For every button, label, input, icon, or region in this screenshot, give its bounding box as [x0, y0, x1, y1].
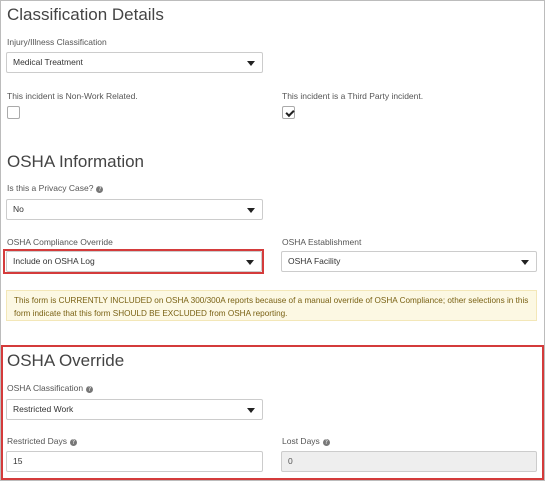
privacy-case-label: Is this a Privacy Case??	[7, 183, 104, 193]
question-circle-icon[interactable]: ?	[86, 386, 94, 393]
osha-establishment-value: OSHA Facility	[288, 256, 341, 266]
checkmark-icon	[284, 107, 295, 117]
caret-down-icon	[247, 208, 255, 213]
injury-classification-label: Injury/Illness Classification	[7, 37, 107, 47]
lost-days-label-text: Lost Days	[282, 436, 320, 446]
injury-classification-value: Medical Treatment	[13, 57, 83, 67]
lost-days-input: 0	[281, 451, 537, 472]
lost-days-label: Lost Days?	[282, 436, 330, 446]
caret-down-icon	[246, 260, 254, 265]
osha-classification-select[interactable]: Restricted Work	[6, 399, 263, 420]
third-party-checkbox[interactable]	[282, 106, 295, 119]
non-work-related-label: This incident is Non-Work Related.	[7, 91, 138, 101]
privacy-case-value: No	[13, 204, 24, 214]
question-circle-icon[interactable]: ?	[70, 439, 77, 446]
osha-classification-value: Restricted Work	[13, 404, 74, 414]
injury-classification-select[interactable]: Medical Treatment	[6, 52, 263, 73]
caret-down-icon	[521, 260, 529, 265]
osha-override-section-title: OSHA Override	[7, 351, 125, 370]
compliance-override-label: OSHA Compliance Override	[7, 237, 113, 247]
compliance-override-value: Include on OSHA Log	[13, 256, 95, 266]
question-circle-icon[interactable]: ?	[96, 186, 104, 193]
caret-down-icon	[247, 61, 255, 66]
compliance-override-select[interactable]: Include on OSHA Log	[6, 251, 262, 272]
classification-section-title: Classification Details	[7, 5, 164, 24]
osha-establishment-select[interactable]: OSHA Facility	[281, 251, 537, 272]
restricted-days-input[interactable]: 15	[6, 451, 263, 472]
osha-information-section-title: OSHA Information	[7, 152, 145, 171]
third-party-label: This incident is a Third Party incident.	[282, 91, 424, 101]
osha-classification-label-text: OSHA Classification	[7, 383, 84, 393]
privacy-case-label-text: Is this a Privacy Case?	[7, 183, 94, 193]
caret-down-icon	[247, 408, 255, 413]
osha-compliance-warning: This form is CURRENTLY INCLUDED on OSHA …	[6, 290, 537, 321]
privacy-case-select[interactable]: No	[6, 199, 263, 220]
osha-establishment-label: OSHA Establishment	[282, 237, 362, 247]
restricted-days-label: Restricted Days?	[7, 436, 77, 446]
non-work-related-checkbox[interactable]	[7, 106, 20, 119]
restricted-days-label-text: Restricted Days	[7, 436, 67, 446]
question-circle-icon[interactable]: ?	[322, 439, 330, 446]
osha-classification-label: OSHA Classification?	[7, 383, 94, 393]
